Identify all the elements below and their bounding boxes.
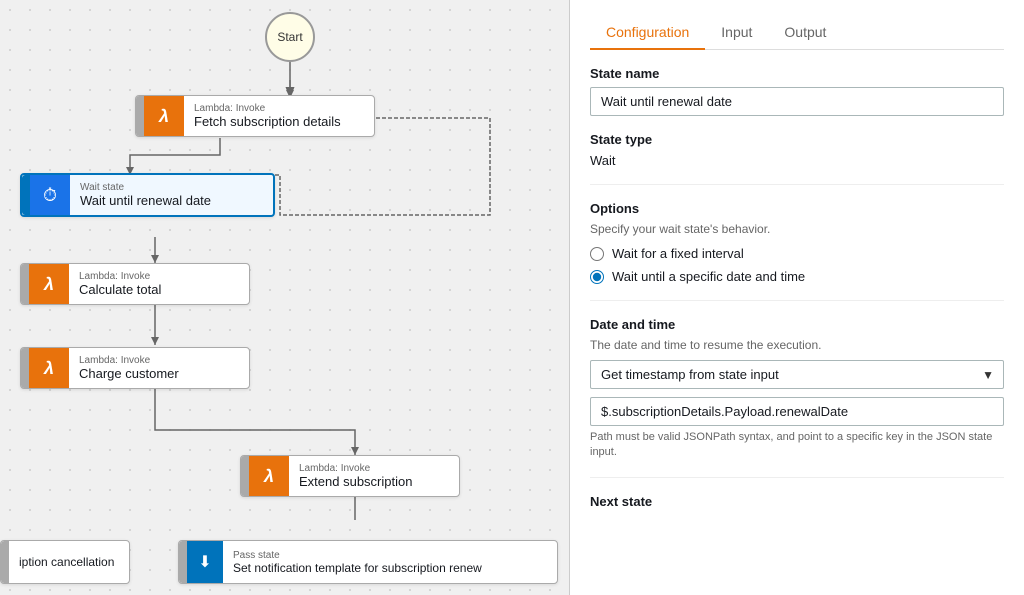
calculate-node[interactable]: λ Lambda: Invoke Calculate total (20, 263, 250, 305)
timestamp-source-select[interactable]: Get timestamp from state input Use a sta… (590, 360, 1004, 389)
lambda-icon: λ (249, 456, 289, 496)
next-state-label: Next state (590, 494, 1004, 509)
node-type: Lambda: Invoke (299, 463, 412, 474)
wait-node[interactable]: ⏱ Wait state Wait until renewal date (20, 173, 275, 217)
wait-icon: ⏱ (30, 175, 70, 215)
option-specific-label: Wait until a specific date and time (612, 269, 805, 284)
options-description: Specify your wait state's behavior. (590, 222, 1004, 236)
jsonpath-hint: Path must be valid JSONPath syntax, and … (590, 430, 1004, 461)
node-stripe (136, 96, 144, 136)
node-stripe (241, 456, 249, 496)
date-time-section: Date and time The date and time to resum… (590, 317, 1004, 461)
options-section: Options Specify your wait state's behavi… (590, 201, 1004, 284)
state-name-section: State name (590, 66, 1004, 116)
pass-icon: ⬇ (187, 540, 223, 584)
date-time-label: Date and time (590, 317, 1004, 332)
state-type-value: Wait (590, 153, 1004, 168)
lambda-icon: λ (144, 96, 184, 136)
option-fixed-label: Wait for a fixed interval (612, 246, 744, 261)
extend-node[interactable]: λ Lambda: Invoke Extend subscription (240, 455, 460, 497)
jsonpath-input[interactable] (590, 397, 1004, 426)
node-type: Lambda: Invoke (194, 103, 341, 114)
start-node[interactable]: Start (265, 12, 315, 62)
node-name: Wait until renewal date (80, 193, 211, 208)
radio-specific-time[interactable] (590, 270, 604, 284)
date-time-description: The date and time to resume the executio… (590, 338, 1004, 352)
divider-2 (590, 300, 1004, 301)
charge-node[interactable]: λ Lambda: Invoke Charge customer (20, 347, 250, 389)
node-stripe (22, 175, 30, 215)
state-type-label: State type (590, 132, 1004, 147)
node-type: Lambda: Invoke (79, 355, 179, 366)
options-label: Options (590, 201, 1004, 216)
node-name: Extend subscription (299, 474, 412, 489)
cancellation-node[interactable]: iption cancellation (0, 540, 130, 584)
node-name: Calculate total (79, 282, 161, 297)
option-specific-time[interactable]: Wait until a specific date and time (590, 269, 1004, 284)
node-name: Charge customer (79, 366, 179, 381)
lambda-icon: λ (29, 348, 69, 388)
state-name-input[interactable] (590, 87, 1004, 116)
config-tabs: Configuration Input Output (590, 16, 1004, 50)
timestamp-source-wrapper: Get timestamp from state input Use a sta… (590, 360, 1004, 389)
node-stripe (179, 541, 187, 583)
start-label: Start (277, 30, 302, 44)
lambda-icon: λ (29, 264, 69, 304)
fetch-node[interactable]: λ Lambda: Invoke Fetch subscription deta… (135, 95, 375, 137)
divider-3 (590, 477, 1004, 478)
node-type: Wait state (80, 182, 211, 193)
node-name: Fetch subscription details (194, 114, 341, 129)
node-name: Set notification template for subscripti… (233, 561, 482, 575)
state-type-section: State type Wait (590, 132, 1004, 168)
node-type: Pass state (233, 550, 482, 561)
workflow-diagram: Start λ Lambda: Invoke Fetch subscriptio… (0, 0, 570, 595)
node-name: iption cancellation (19, 555, 114, 569)
node-type: Lambda: Invoke (79, 271, 161, 282)
divider-1 (590, 184, 1004, 185)
config-panel: Configuration Input Output State name St… (570, 0, 1024, 595)
node-stripe (1, 541, 9, 583)
node-stripe (21, 348, 29, 388)
state-name-label: State name (590, 66, 1004, 81)
radio-fixed-interval[interactable] (590, 247, 604, 261)
tab-output[interactable]: Output (768, 16, 842, 50)
next-state-section: Next state (590, 494, 1004, 509)
option-fixed-interval[interactable]: Wait for a fixed interval (590, 246, 1004, 261)
tab-input[interactable]: Input (705, 16, 768, 50)
node-stripe (21, 264, 29, 304)
tab-configuration[interactable]: Configuration (590, 16, 705, 50)
notification-node[interactable]: ⬇ Pass state Set notification template f… (178, 540, 558, 584)
